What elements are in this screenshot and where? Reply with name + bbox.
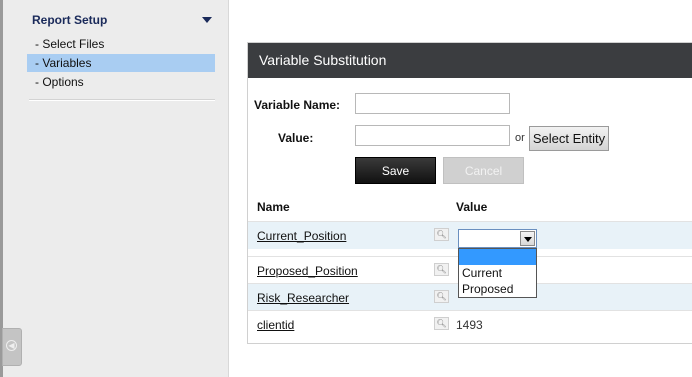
value-select[interactable] [458,229,537,248]
dropdown-option-proposed[interactable]: Proposed [459,281,536,297]
sidebar-item-options[interactable]: - Options [27,73,215,91]
magnifier-icon[interactable]: 🔍︎ [434,228,449,241]
variable-link[interactable]: Risk_Researcher [257,291,349,305]
magnifier-icon[interactable]: 🔍︎ [434,263,449,276]
magnifier-icon[interactable]: 🔍︎ [434,317,449,330]
chevron-down-icon[interactable] [520,231,535,246]
sidebar-edge [228,0,229,377]
variable-link[interactable]: clientid [257,318,294,332]
chevron-down-icon[interactable] [202,17,212,23]
sidebar-header[interactable]: Report Setup [32,13,107,27]
save-button[interactable]: Save [355,157,436,184]
column-header-value: Value [456,200,488,214]
column-header-name: Name [257,200,290,214]
dropdown-option-current[interactable]: Current [459,265,536,281]
variable-substitution-panel: Variable Substitution Variable Name: Val… [247,42,692,344]
dropdown-option[interactable] [459,249,536,265]
variable-name-input[interactable] [355,93,510,114]
value-dropdown-list: Current Proposed [458,248,537,298]
sidebar-divider [29,99,215,101]
variable-link[interactable]: Current_Position [257,229,346,243]
cancel-button[interactable]: Cancel [443,157,524,184]
sidebar-item-variables[interactable]: - Variables [27,54,215,72]
collapse-sidebar-button[interactable]: ◀ [2,328,22,366]
or-text: or [515,132,525,144]
variable-link[interactable]: Proposed_Position [257,264,358,278]
value-input[interactable] [355,125,510,146]
variable-name-label: Variable Name: [254,98,341,112]
sidebar-item-select-files[interactable]: - Select Files [27,35,215,53]
panel-title: Variable Substitution [248,43,692,78]
collapse-left-icon: ◀ [6,340,17,351]
table-row: clientid 🔍︎ 1493 [248,310,692,338]
sidebar: Report Setup - Select Files - Variables … [3,0,229,377]
row-value: 1493 [456,318,483,332]
select-entity-button[interactable]: Select Entity [529,126,609,151]
value-label: Value: [278,131,314,145]
magnifier-icon[interactable]: 🔍︎ [434,290,449,303]
